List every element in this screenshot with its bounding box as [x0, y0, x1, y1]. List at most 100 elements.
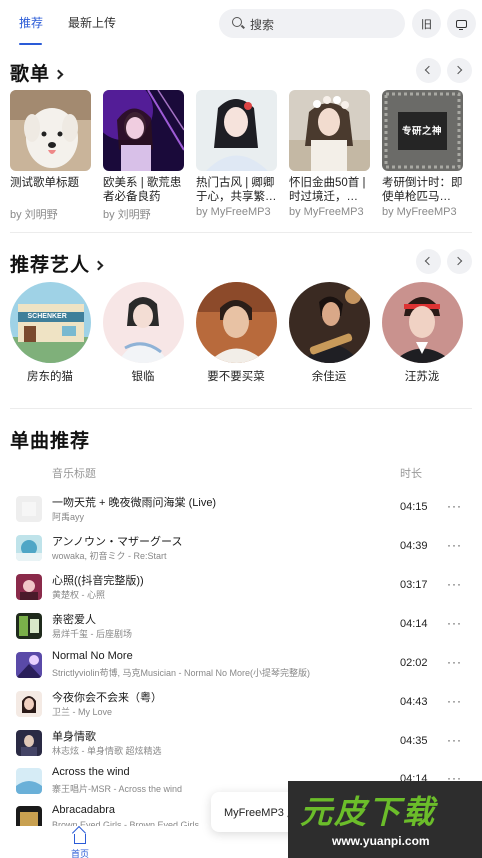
- playlist-cover-caption: 专研之神: [402, 126, 443, 137]
- song-cover: [16, 768, 42, 794]
- nav-home-label: 首页: [70, 849, 89, 858]
- playlists-prev-button[interactable]: [416, 58, 441, 83]
- search-input[interactable]: 搜索: [219, 9, 405, 38]
- song-title: Across the wind: [52, 766, 130, 778]
- song-row[interactable]: Normal No More Strictlyviolin苟博, 马克Music…: [0, 650, 482, 688]
- watermark-text: 元皮下载: [300, 794, 437, 830]
- playlists-next-button[interactable]: [447, 58, 472, 83]
- artists-title: 推荐艺人: [10, 255, 91, 276]
- songs-title: 单曲推荐: [10, 431, 91, 452]
- song-duration: 03:17: [400, 579, 428, 591]
- song-duration: 04:14: [400, 618, 428, 630]
- playlist-title: 考研倒计时：即使单枪匹马…: [382, 177, 463, 203]
- playlist-author: by MyFreeMP3: [289, 206, 364, 218]
- song-title: 单身情歌: [52, 731, 96, 743]
- more-options-button[interactable]: ···: [447, 694, 462, 708]
- song-row[interactable]: 心照((抖音完整版)) 黄楚权 - 心照 03:17 ···: [0, 572, 482, 610]
- playlist-cover: [10, 90, 91, 171]
- song-title: 一吻天荒 + 晚夜微雨问海棠 (Live): [52, 497, 217, 509]
- song-artist-album: 易烊千玺 - 后座剧场: [52, 629, 132, 639]
- artist-card[interactable]: SCHENKER 房东的猫: [9, 282, 91, 384]
- old-version-button[interactable]: 旧: [412, 9, 441, 38]
- search-placeholder: 搜索: [250, 18, 275, 32]
- playlist-title: 欧美系 | 歌荒患者必备良药: [103, 177, 182, 203]
- song-duration: 04:43: [400, 696, 428, 708]
- playlist-cover: [103, 90, 184, 171]
- chevron-right-icon: [453, 65, 463, 75]
- song-title: 今夜你会不会来（粤）: [52, 692, 162, 704]
- playlist-card[interactable]: 测试歌单标题 by 刘明野: [10, 90, 91, 222]
- song-row[interactable]: 单身情歌 林志炫 - 单身情歌 超炫精选 04:35 ···: [0, 728, 482, 766]
- artist-avatar: [195, 282, 277, 363]
- old-version-label: 旧: [421, 18, 432, 31]
- song-cover: [16, 535, 42, 561]
- artist-avatar: SCHENKER: [9, 282, 91, 363]
- chevron-right-icon: [453, 256, 463, 266]
- artist-card[interactable]: 银临: [102, 282, 184, 384]
- song-row[interactable]: 一吻天荒 + 晚夜微雨问海棠 (Live) 阿禹ayy 04:15 ···: [0, 494, 482, 532]
- more-options-button[interactable]: ···: [447, 655, 462, 669]
- playlist-author: by 刘明野: [10, 209, 58, 221]
- chevron-left-icon: [424, 65, 434, 75]
- tab-latest-upload[interactable]: 最新上传: [68, 14, 116, 31]
- chevron-right-icon: [93, 260, 104, 271]
- display-button[interactable]: [447, 9, 476, 38]
- artist-name: 余佳运: [311, 371, 347, 383]
- song-artist-album: wowaka, 初音ミク - Re:Start: [52, 551, 167, 561]
- more-options-button[interactable]: ···: [447, 616, 462, 630]
- song-row[interactable]: 今夜你会不会来（粤） 卫兰 - My Love 04:43 ···: [0, 689, 482, 727]
- artist-avatar: [288, 282, 370, 363]
- artists-header[interactable]: 推荐艺人: [10, 250, 104, 277]
- playlist-cover: 专研之神: [382, 90, 463, 171]
- song-cover: [16, 613, 42, 639]
- chevron-right-icon: [53, 69, 64, 80]
- song-title: 心照((抖音完整版)): [52, 575, 144, 587]
- song-title: 亲密爱人: [52, 614, 96, 626]
- artist-card[interactable]: 汪苏泷: [381, 282, 463, 384]
- song-cover: [16, 652, 42, 678]
- playlist-author: by 刘明野: [103, 209, 151, 221]
- section-divider: [10, 408, 472, 409]
- artist-avatar: [381, 282, 463, 363]
- more-options-button[interactable]: ···: [447, 733, 462, 747]
- more-options-button[interactable]: ···: [447, 577, 462, 591]
- song-duration: 04:39: [400, 540, 428, 552]
- playlist-card[interactable]: 专研之神 考研倒计时：即使单枪匹马… by MyFreeMP3: [382, 90, 463, 218]
- song-title: アンノウン・マザーグース: [52, 536, 183, 548]
- playlist-title: 热门古风 | 卿卿于心，共享繁…: [196, 177, 277, 203]
- artist-avatar: [102, 282, 184, 363]
- home-icon: [74, 834, 86, 844]
- song-duration: 02:02: [400, 657, 428, 669]
- artists-prev-button[interactable]: [416, 249, 441, 274]
- more-options-button[interactable]: ···: [447, 538, 462, 552]
- tab-recommend[interactable]: 推荐: [19, 14, 43, 31]
- song-cover: [16, 691, 42, 717]
- artist-name: 房东的猫: [27, 371, 73, 383]
- nav-home[interactable]: 首页: [68, 828, 92, 858]
- song-cover: [16, 574, 42, 600]
- artist-name: 银临: [131, 371, 155, 383]
- artist-avatar-sign: SCHENKER: [27, 313, 67, 320]
- playlist-card[interactable]: 欧美系 | 歌荒患者必备良药 by 刘明野: [103, 90, 184, 222]
- watermark-overlay: 元皮下载 www.yuanpi.com: [288, 781, 482, 858]
- song-row[interactable]: 亲密爱人 易烊千玺 - 后座剧场 04:14 ···: [0, 611, 482, 649]
- artist-name: 汪苏泷: [404, 371, 440, 383]
- song-artist-album: 林志炫 - 单身情歌 超炫精选: [52, 746, 162, 756]
- artist-card[interactable]: 余佳运: [288, 282, 370, 384]
- playlists-header[interactable]: 歌单: [10, 59, 64, 86]
- song-row[interactable]: アンノウン・マザーグース wowaka, 初音ミク - Re:Start 04:…: [0, 533, 482, 571]
- song-artist-album: 黄楚权 - 心照: [52, 590, 105, 600]
- playlist-card[interactable]: 热门古风 | 卿卿于心，共享繁… by MyFreeMP3: [196, 90, 277, 218]
- column-header-duration: 时长: [400, 468, 422, 480]
- song-artist-album: Strictlyviolin苟博, 马克Musician - Normal No…: [52, 668, 311, 678]
- song-artist-album: 卫兰 - My Love: [52, 707, 113, 717]
- song-duration: 04:15: [400, 501, 428, 513]
- artists-next-button[interactable]: [447, 249, 472, 274]
- playlists-title: 歌单: [10, 64, 51, 85]
- playlist-title: 怀旧金曲50首 | 时过境迁，…: [289, 177, 366, 203]
- chevron-left-icon: [424, 256, 434, 266]
- more-options-button[interactable]: ···: [447, 499, 462, 513]
- artist-card[interactable]: 要不要买菜: [195, 282, 277, 384]
- playlist-card[interactable]: 怀旧金曲50首 | 时过境迁，… by MyFreeMP3: [289, 90, 370, 218]
- playlist-title: 测试歌单标题: [10, 177, 79, 189]
